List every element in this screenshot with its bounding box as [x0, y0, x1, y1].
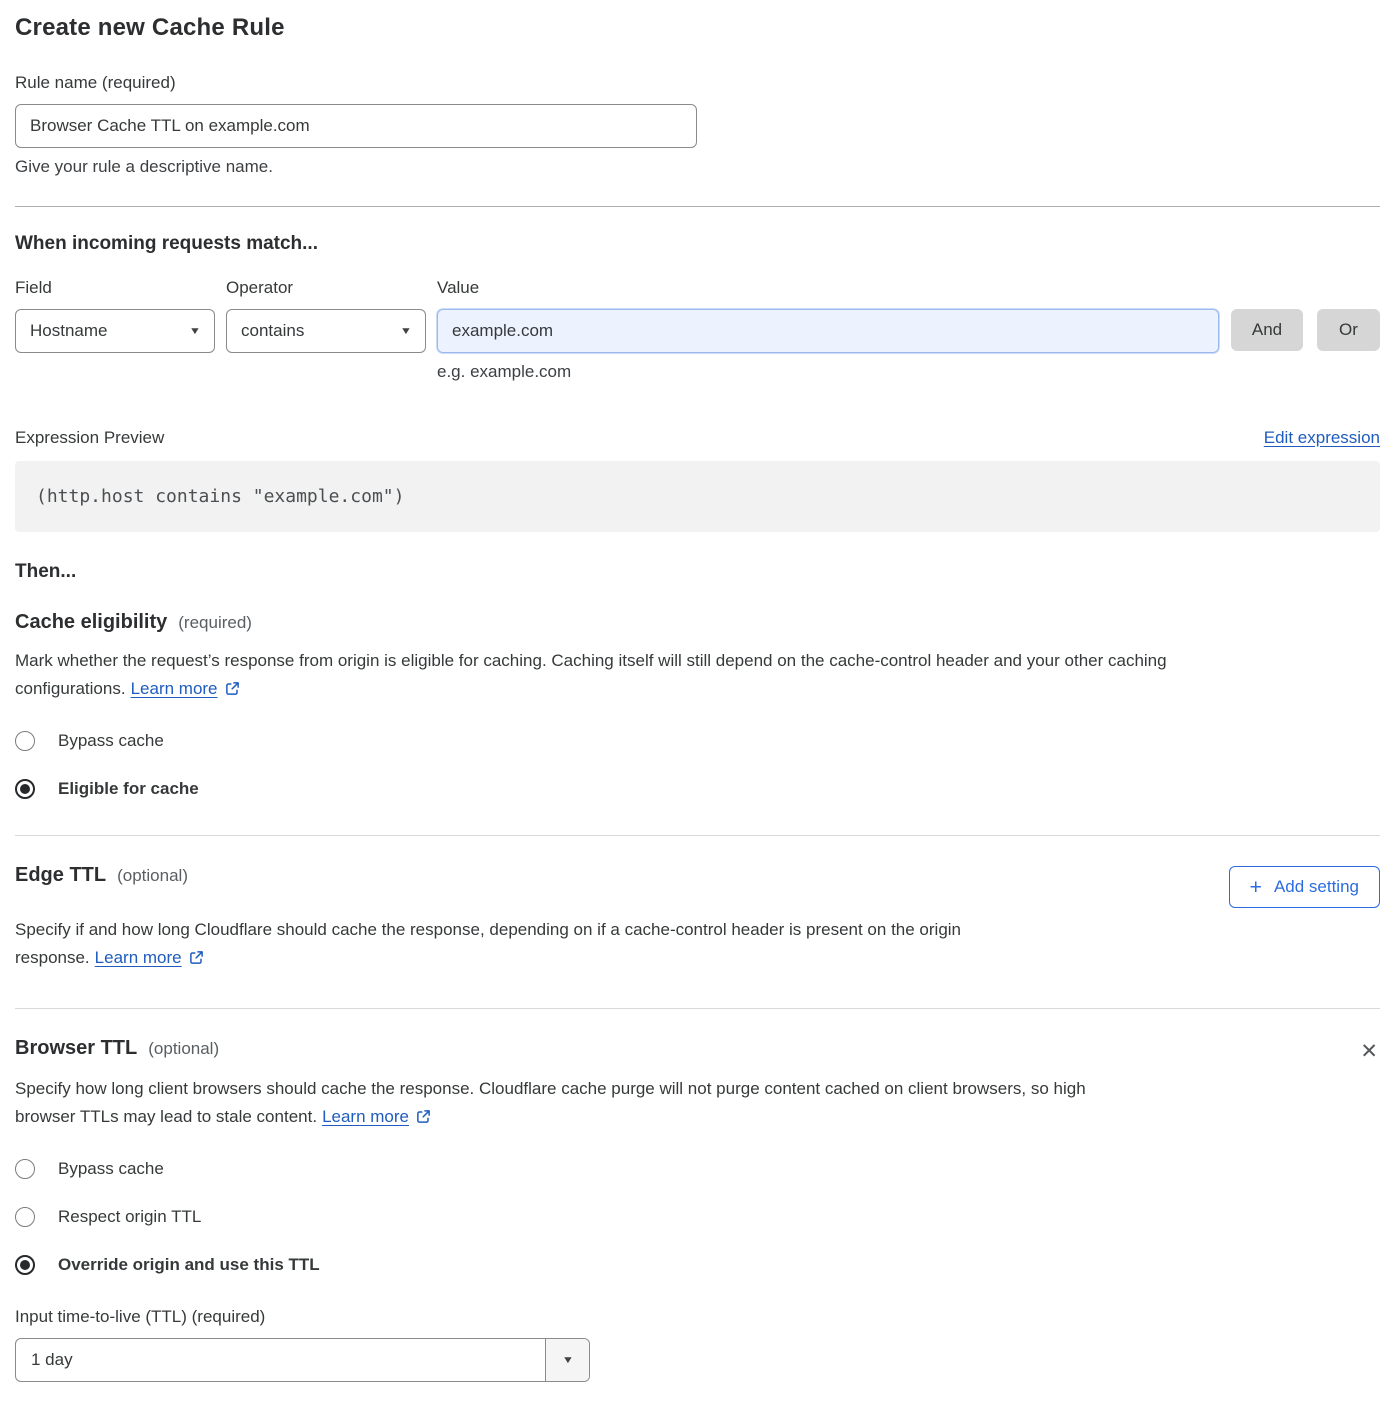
edge-ttl-header: Edge TTL (optional) + Add setting	[15, 864, 1380, 908]
radio-circle-icon	[15, 1159, 35, 1179]
ttl-select-arrow-button[interactable]: ▼	[545, 1339, 589, 1381]
radio-respect-origin-ttl[interactable]: Respect origin TTL	[15, 1207, 201, 1227]
browser-ttl-title-row: Browser TTL (optional)	[15, 1037, 219, 1060]
and-button[interactable]: And	[1231, 309, 1303, 351]
browser-ttl-close-button[interactable]: ✕	[1360, 1041, 1378, 1062]
radio-selected-icon	[15, 779, 35, 799]
close-icon: ✕	[1360, 1040, 1378, 1063]
radio-eligible-for-cache[interactable]: Eligible for cache	[15, 779, 199, 799]
value-helper: e.g. example.com	[437, 362, 1219, 382]
edge-ttl-qualifier: (optional)	[117, 866, 188, 886]
radio-selected-icon	[15, 1255, 35, 1275]
cache-eligibility-section: Cache eligibility (required) Mark whethe…	[15, 611, 1380, 799]
or-button[interactable]: Or	[1317, 309, 1380, 351]
match-heading: When incoming requests match...	[15, 233, 1380, 255]
learn-more-link[interactable]: Learn more	[131, 679, 240, 698]
divider	[15, 206, 1380, 207]
operator-select[interactable]: contains ▼	[226, 309, 426, 353]
expression-header: Expression Preview Edit expression	[15, 428, 1380, 448]
browser-ttl-header: Browser TTL (optional) ✕	[15, 1037, 1380, 1062]
divider	[15, 1008, 1380, 1009]
divider	[15, 835, 1380, 836]
value-column: Value e.g. example.com	[437, 278, 1219, 382]
cache-eligibility-description: Mark whether the request’s response from…	[15, 647, 1363, 703]
operator-label: Operator	[226, 278, 426, 298]
rule-name-helper: Give your rule a descriptive name.	[15, 157, 1380, 177]
ttl-input-label: Input time-to-live (TTL) (required)	[15, 1307, 1380, 1327]
add-setting-button[interactable]: + Add setting	[1229, 866, 1380, 908]
rule-name-label: Rule name (required)	[15, 73, 1380, 93]
radio-browser-bypass-cache[interactable]: Bypass cache	[15, 1159, 164, 1179]
create-cache-rule-form: Create new Cache Rule Rule name (require…	[0, 0, 1400, 1422]
rule-name-section: Rule name (required) Give your rule a de…	[15, 73, 1380, 177]
operator-select-value: contains	[241, 321, 304, 341]
field-select[interactable]: Hostname ▼	[15, 309, 215, 353]
radio-bypass-cache[interactable]: Bypass cache	[15, 731, 164, 751]
browser-ttl-qualifier: (optional)	[148, 1039, 219, 1059]
then-heading: Then...	[15, 561, 1380, 583]
radio-circle-icon	[15, 731, 35, 751]
browser-ttl-section: Browser TTL (optional) ✕ Specify how lon…	[15, 1037, 1380, 1382]
expression-code: (http.host contains "example.com")	[15, 461, 1380, 532]
edge-ttl-title-row: Edge TTL (optional)	[15, 864, 188, 887]
learn-more-link[interactable]: Learn more	[322, 1107, 431, 1126]
cache-eligibility-qualifier: (required)	[178, 613, 252, 633]
browser-ttl-title: Browser TTL	[15, 1037, 137, 1060]
radio-circle-icon	[15, 1207, 35, 1227]
cache-eligibility-title-row: Cache eligibility (required)	[15, 611, 1380, 634]
edge-ttl-description: Specify if and how long Cloudflare shoul…	[15, 916, 1120, 972]
rule-name-input[interactable]	[15, 104, 697, 148]
chevron-down-icon: ▼	[189, 326, 201, 337]
radio-override-origin-ttl[interactable]: Override origin and use this TTL	[15, 1255, 320, 1275]
value-label: Value	[437, 278, 1219, 298]
ttl-input-block: Input time-to-live (TTL) (required) 1 da…	[15, 1307, 1380, 1382]
plus-icon: +	[1250, 877, 1262, 898]
operator-column: Operator contains ▼	[226, 278, 426, 353]
edge-ttl-title: Edge TTL	[15, 864, 106, 887]
value-input[interactable]	[437, 309, 1219, 353]
external-link-icon	[189, 950, 204, 965]
ttl-select[interactable]: 1 day ▼	[15, 1338, 590, 1382]
chevron-down-icon: ▼	[561, 1355, 573, 1366]
expression-section: Expression Preview Edit expression (http…	[15, 428, 1380, 532]
field-label: Field	[15, 278, 215, 298]
external-link-icon	[225, 681, 240, 696]
ttl-select-value: 1 day	[16, 1339, 545, 1381]
browser-ttl-description: Specify how long client browsers should …	[15, 1075, 1110, 1131]
field-select-value: Hostname	[30, 321, 107, 341]
external-link-icon	[416, 1109, 431, 1124]
cache-eligibility-title: Cache eligibility	[15, 611, 167, 634]
page-title: Create new Cache Rule	[15, 14, 1380, 42]
expression-preview-label: Expression Preview	[15, 428, 164, 448]
learn-more-link[interactable]: Learn more	[95, 948, 204, 967]
match-row: Field Hostname ▼ Operator contains ▼ Val…	[15, 278, 1380, 382]
field-column: Field Hostname ▼	[15, 278, 215, 353]
edit-expression-link[interactable]: Edit expression	[1264, 428, 1380, 448]
edge-ttl-section: Edge TTL (optional) + Add setting Specif…	[15, 864, 1380, 972]
chevron-down-icon: ▼	[400, 326, 412, 337]
match-section: When incoming requests match... Field Ho…	[15, 233, 1380, 382]
